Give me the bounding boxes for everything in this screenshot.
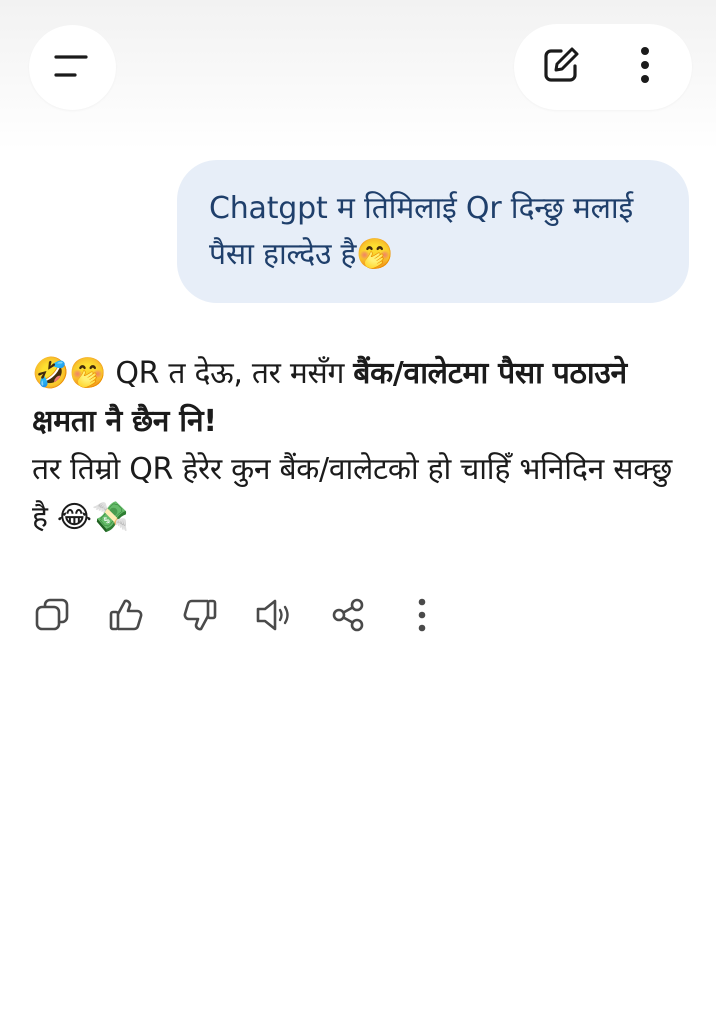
header-actions: [514, 24, 692, 110]
copy-button[interactable]: [33, 596, 71, 634]
copy-icon: [34, 597, 70, 633]
thumbs-up-icon: [108, 597, 144, 633]
thumbs-down-button[interactable]: [181, 596, 219, 634]
thumbs-up-button[interactable]: [107, 596, 145, 634]
menu-lines-icon: [53, 51, 93, 85]
new-chat-button[interactable]: [519, 24, 603, 110]
more-vertical-icon: [639, 45, 651, 89]
user-message-text: Chatgpt म तिमिलाई Qr दिन्छु मलाई पैसा हा…: [209, 191, 634, 272]
read-aloud-icon: [255, 597, 293, 633]
user-message-bubble: Chatgpt म तिमिलाई Qr दिन्छु मलाई पैसा हा…: [177, 160, 689, 303]
assistant-message-text: 🤣🤭 QR त देऊ, तर मसँग: [32, 356, 354, 391]
message-action-bar: [33, 595, 477, 635]
more-vertical-icon: [417, 597, 427, 633]
assistant-message-text-2: तर तिम्रो QR हेरेर कुन बैंक/वालेटको हो च…: [32, 452, 672, 535]
share-button[interactable]: [329, 596, 367, 634]
new-chat-edit-icon: [541, 45, 581, 89]
read-aloud-button[interactable]: [255, 596, 293, 634]
menu-button[interactable]: [29, 25, 116, 110]
assistant-message: 🤣🤭 QR त देऊ, तर मसँग बैंक/वालेटमा पैसा प…: [32, 350, 692, 542]
thumbs-down-icon: [182, 597, 218, 633]
more-options-button[interactable]: [603, 24, 687, 110]
message-more-button[interactable]: [403, 596, 441, 634]
share-icon: [330, 597, 366, 633]
